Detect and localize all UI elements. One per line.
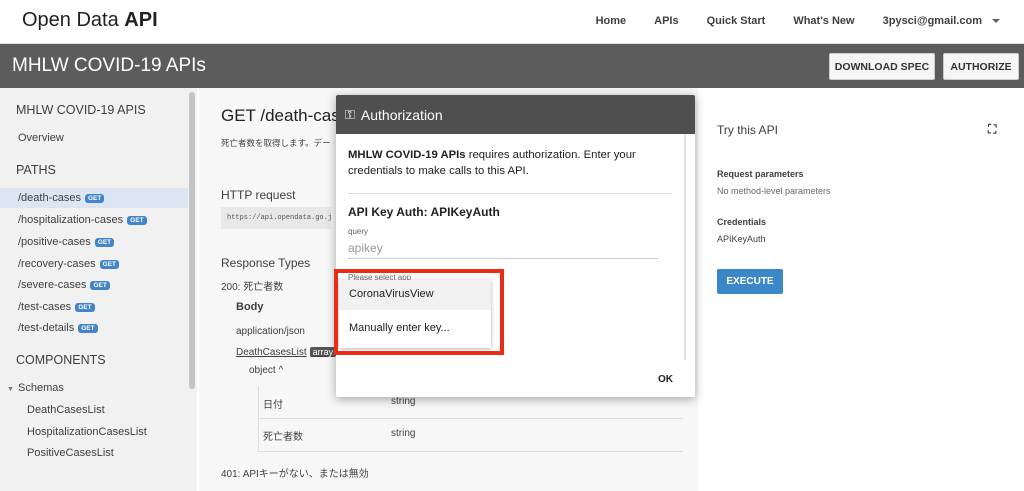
- field-name: 日付: [263, 400, 283, 411]
- nav-whatsnew[interactable]: What's New: [793, 15, 854, 27]
- schema-link-label: DeathCasesList: [236, 347, 307, 358]
- api-header-bar: MHLW COVID-19 APIs DOWNLOAD SPEC AUTHORI…: [0, 44, 1024, 88]
- divider: [348, 193, 672, 194]
- response-401: 401: APIキーがない、または無効: [221, 469, 369, 480]
- schema-item[interactable]: DeathCasesList: [27, 404, 105, 416]
- get-badge: GET: [127, 215, 147, 225]
- dialog-title: Authorization: [360, 106, 443, 123]
- authorize-button[interactable]: AUTHORIZE: [943, 53, 1019, 80]
- try-api-title: Try this API: [717, 123, 778, 137]
- collapse-triangle-icon[interactable]: ▼: [7, 386, 14, 393]
- sidebar-heading: MHLW COVID-19 APIS: [16, 103, 146, 117]
- path-label: /test-cases: [18, 301, 72, 313]
- brand-logo[interactable]: Open Data API: [22, 9, 158, 32]
- body-label: Body: [236, 301, 264, 313]
- api-name: MHLW COVID-19 APIs: [348, 149, 466, 161]
- nav-home[interactable]: Home: [596, 15, 627, 27]
- path-label: /hospitalization-cases: [18, 214, 124, 226]
- user-email: 3pysci@gmail.com: [882, 15, 982, 27]
- top-nav-bar: Open Data API Home APIs Quick Start What…: [0, 0, 1024, 44]
- table-divider: [258, 386, 259, 452]
- dialog-header: ⚿ Authorization: [336, 95, 695, 134]
- credentials-label: Credentials: [717, 217, 767, 227]
- path-label: /death-cases: [18, 192, 81, 204]
- query-label: query: [348, 227, 369, 236]
- dialog-body: MHLW COVID-19 APIs requires authorizatio…: [348, 147, 684, 179]
- object-toggle[interactable]: object ^: [249, 365, 283, 376]
- annotation-highlight-box: [334, 269, 504, 355]
- sidebar-paths-label: PATHS: [16, 163, 56, 177]
- top-nav: Home APIs Quick Start What's New 3pysci@…: [596, 15, 1000, 27]
- dialog-scrollbar[interactable]: [684, 134, 686, 360]
- apikey-input[interactable]: apikey: [348, 241, 658, 259]
- sidebar-item-hospitalization-cases[interactable]: /hospitalization-cases GET: [18, 214, 147, 226]
- api-title: MHLW COVID-19 APIs: [12, 55, 206, 76]
- key-icon: ⚿: [345, 106, 355, 122]
- path-label: /positive-cases: [18, 236, 91, 248]
- path-label: /recovery-cases: [18, 258, 96, 270]
- sidebar-item-recovery-cases[interactable]: /recovery-cases GET: [18, 258, 120, 270]
- fullscreen-icon[interactable]: ⛶: [988, 122, 996, 137]
- schema-item[interactable]: PositiveCasesList: [27, 447, 114, 459]
- sidebar-item-test-cases[interactable]: /test-cases GET: [18, 301, 95, 313]
- sidebar-item-positive-cases[interactable]: /positive-cases GET: [18, 236, 115, 248]
- field-name: 死亡者数: [263, 432, 303, 443]
- get-badge: GET: [84, 193, 105, 203]
- http-request-label: HTTP request: [221, 188, 296, 202]
- sidebar-item-severe-cases[interactable]: /severe-cases GET: [18, 279, 110, 291]
- response-200: 200: 死亡者数: [221, 282, 284, 293]
- response-types-label: Response Types: [221, 256, 311, 270]
- auth-scheme-title: API Key Auth: APIKeyAuth: [348, 205, 500, 219]
- page-description: 死亡者数を取得します。デー: [221, 138, 331, 148]
- sidebar-item-death-cases[interactable]: /death-cases GET: [0, 188, 188, 208]
- chevron-down-icon: [992, 19, 1000, 23]
- get-badge: GET: [90, 280, 110, 290]
- content-type: application/json: [236, 326, 305, 337]
- get-badge: GET: [75, 302, 95, 312]
- credentials-value: APIKeyAuth: [717, 234, 766, 244]
- request-params-label: Request parameters: [717, 169, 804, 179]
- field-type: string: [391, 396, 416, 407]
- sidebar-schemas-toggle[interactable]: Schemas: [18, 382, 64, 394]
- field-type: string: [391, 428, 416, 439]
- sidebar-item-overview[interactable]: Overview: [18, 132, 64, 144]
- get-badge: GET: [99, 259, 120, 269]
- path-label: /severe-cases: [18, 279, 87, 291]
- table-divider: [258, 418, 683, 419]
- get-badge: GET: [94, 237, 115, 247]
- get-badge: GET: [78, 323, 98, 333]
- ok-button[interactable]: OK: [658, 374, 673, 385]
- page-title: GET /death-cas: [221, 106, 340, 125]
- table-divider: [258, 451, 683, 452]
- nav-apis[interactable]: APIs: [654, 15, 678, 27]
- sidebar-item-test-details[interactable]: /test-details GET: [18, 322, 98, 334]
- sidebar-components-label: COMPONENTS: [16, 353, 106, 367]
- execute-button[interactable]: EXECUTE: [717, 269, 783, 294]
- no-params-text: No method-level parameters: [717, 186, 831, 196]
- schema-link[interactable]: DeathCasesList array: [236, 347, 337, 358]
- array-badge: array: [309, 347, 337, 357]
- http-request-url: https://api.opendata.go.jp: [221, 207, 331, 229]
- sidebar-scrollbar[interactable]: [189, 92, 195, 389]
- dialog-description: MHLW COVID-19 APIs requires authorizatio…: [348, 147, 684, 179]
- schema-item[interactable]: HospitalizationCasesList: [27, 426, 147, 438]
- path-label: /test-details: [18, 322, 75, 334]
- nav-quickstart[interactable]: Quick Start: [707, 15, 766, 27]
- user-menu[interactable]: 3pysci@gmail.com: [883, 15, 1000, 27]
- download-spec-button[interactable]: DOWNLOAD SPEC: [829, 53, 935, 80]
